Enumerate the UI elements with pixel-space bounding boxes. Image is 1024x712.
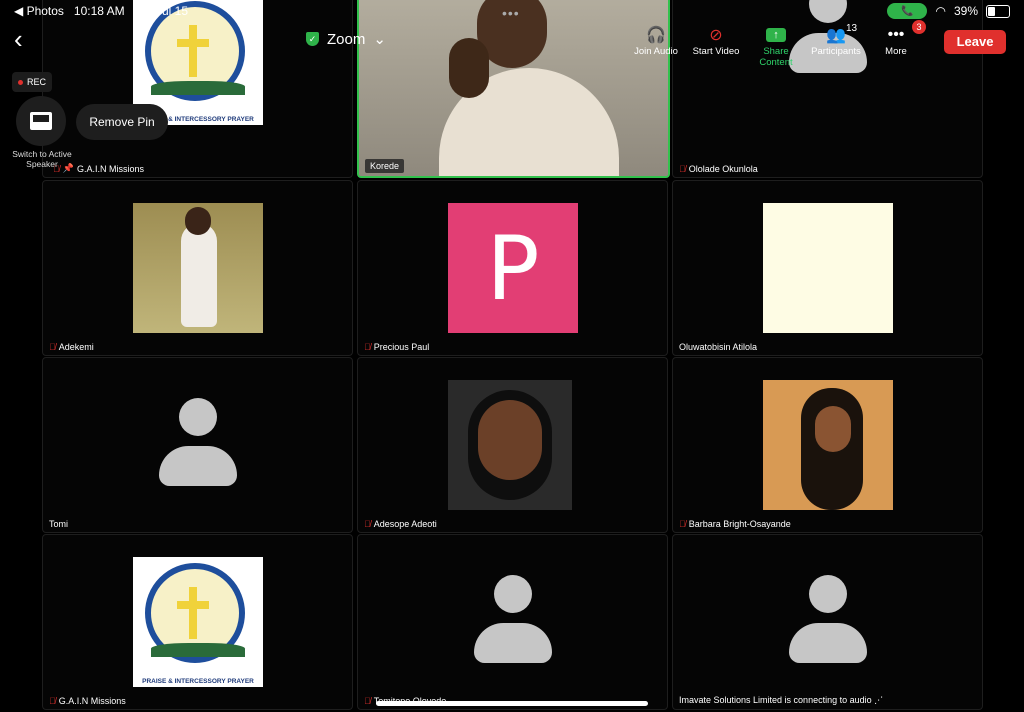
remove-pin-button[interactable]: Remove Pin <box>76 104 168 140</box>
avatar <box>789 575 867 665</box>
record-dot-icon <box>18 79 23 85</box>
battery-percent: 39% <box>953 4 978 18</box>
avatar <box>474 575 552 665</box>
participant-name: Oluwatobisin Atilola <box>679 342 758 352</box>
recording-indicator: REC <box>12 72 53 92</box>
start-video-button[interactable]: ⊘ Start Video <box>686 24 746 68</box>
participant-tile-oluwatobisin-atilola[interactable]: Oluwatobisin Atilola <box>672 180 983 356</box>
participant-tile-adesope-adeoti[interactable]: 🎙̸ Adesope Adeoti <box>357 357 668 533</box>
participant-tile-barbara-bright-osayande[interactable]: 🎙̸ Barbara Bright-Osayande <box>672 357 983 533</box>
mic-muted-icon: 🎙̸ <box>49 342 56 352</box>
gain-missions-logo: PRAISE & INTERCESSORY PRAYER <box>133 557 263 687</box>
mic-muted-icon: 🎙̸ <box>364 342 371 352</box>
phone-call-icon[interactable]: 📞 <box>887 3 928 19</box>
profile-photo <box>763 203 893 333</box>
back-to-photos-link[interactable]: ◀ Photos <box>14 4 64 18</box>
participant-tile-gain-missions-2[interactable]: PRAISE & INTERCESSORY PRAYER 🎙̸ G.A.I.N M… <box>42 534 353 710</box>
participant-count: 13 <box>846 23 858 34</box>
participant-tile-precious-paul[interactable]: P 🎙̸ Precious Paul <box>357 180 668 356</box>
participant-tile-imavate-solutions[interactable]: Imavate Solutions Limited is connecting … <box>672 534 983 710</box>
participant-name: Tomi <box>49 519 69 529</box>
participant-name: 🎙̸ G.A.I.N Missions <box>49 696 126 706</box>
join-audio-button[interactable]: 🎧 Join Audio <box>626 24 686 68</box>
participants-button[interactable]: 👥 13 Participants <box>806 23 866 68</box>
shield-icon: ✓ <box>306 32 319 46</box>
profile-photo <box>763 380 893 510</box>
more-badge: 3 <box>912 20 926 34</box>
video-grid: PRAISE & INTERCESSORY PRAYER 🎙̸ 📌 G.A.I.… <box>42 0 983 712</box>
mic-muted-icon: 🎙̸ <box>364 696 371 706</box>
logo-caption: PRAISE & INTERCESSORY PRAYER <box>142 678 254 685</box>
chevron-down-icon: ⌄ <box>373 31 386 48</box>
app-title: Zoom <box>327 30 366 48</box>
status-date: Sat Jul 15 <box>134 4 188 18</box>
profile-photo <box>448 380 572 510</box>
video-off-icon: ⊘ <box>709 27 723 44</box>
battery-icon <box>986 4 1010 18</box>
multitask-dots-icon[interactable]: ••• <box>502 5 520 21</box>
speaker-view-icon <box>30 112 52 130</box>
mic-muted-icon: 🎙̸ <box>364 519 371 529</box>
status-time: 10:18 AM <box>73 4 125 18</box>
avatar <box>159 398 237 488</box>
initial-avatar: P <box>448 203 578 333</box>
participant-name: 🎙̸ Precious Paul <box>364 342 430 352</box>
meeting-title[interactable]: ✓ Zoom ⌄ <box>306 30 386 48</box>
participant-tile-adekemi[interactable]: 🎙̸ Adekemi <box>42 180 353 356</box>
back-chevron-icon[interactable]: ‹ <box>14 24 23 55</box>
participant-name: 🎙̸ Barbara Bright-Osayande <box>679 519 791 529</box>
mic-muted-icon: 🎙̸ <box>679 519 686 529</box>
mic-muted-icon: 🎙̸ <box>679 164 686 174</box>
participant-name: Korede <box>365 159 405 173</box>
headphones-icon: 🎧 <box>646 27 666 44</box>
status-bar: ◀ Photos 10:18 AM Sat Jul 15 ••• 📞 ◠ 39% <box>0 0 1024 22</box>
participant-name: Imavate Solutions Limited is connecting … <box>679 695 884 705</box>
participant-tile-temitope-oloyede[interactable]: 🎙̸Temitope Oloyede <box>357 534 668 710</box>
mic-muted-icon: 🎙̸ <box>49 696 56 706</box>
home-indicator[interactable] <box>376 701 648 706</box>
switch-to-active-speaker-button[interactable] <box>16 96 66 146</box>
participant-name: 🎙̸ Ololade Okunlola <box>679 164 758 174</box>
meeting-toolbar: ‹ ✓ Zoom ⌄ 🎧 Join Audio ⊘ Start Video ↑ … <box>0 20 1024 68</box>
wifi-icon: ◠ <box>935 4 946 18</box>
profile-photo <box>133 203 263 333</box>
participant-name: 🎙̸ Adekemi <box>49 342 94 352</box>
share-icon: ↑ <box>766 28 786 42</box>
share-content-button[interactable]: ↑ Share Content <box>746 24 806 68</box>
switch-view-label: Switch to Active Speaker <box>12 149 72 169</box>
leave-button[interactable]: Leave <box>944 30 1006 54</box>
participant-tile-tomi[interactable]: Tomi <box>42 357 353 533</box>
participant-name: 🎙̸ Adesope Adeoti <box>364 519 437 529</box>
